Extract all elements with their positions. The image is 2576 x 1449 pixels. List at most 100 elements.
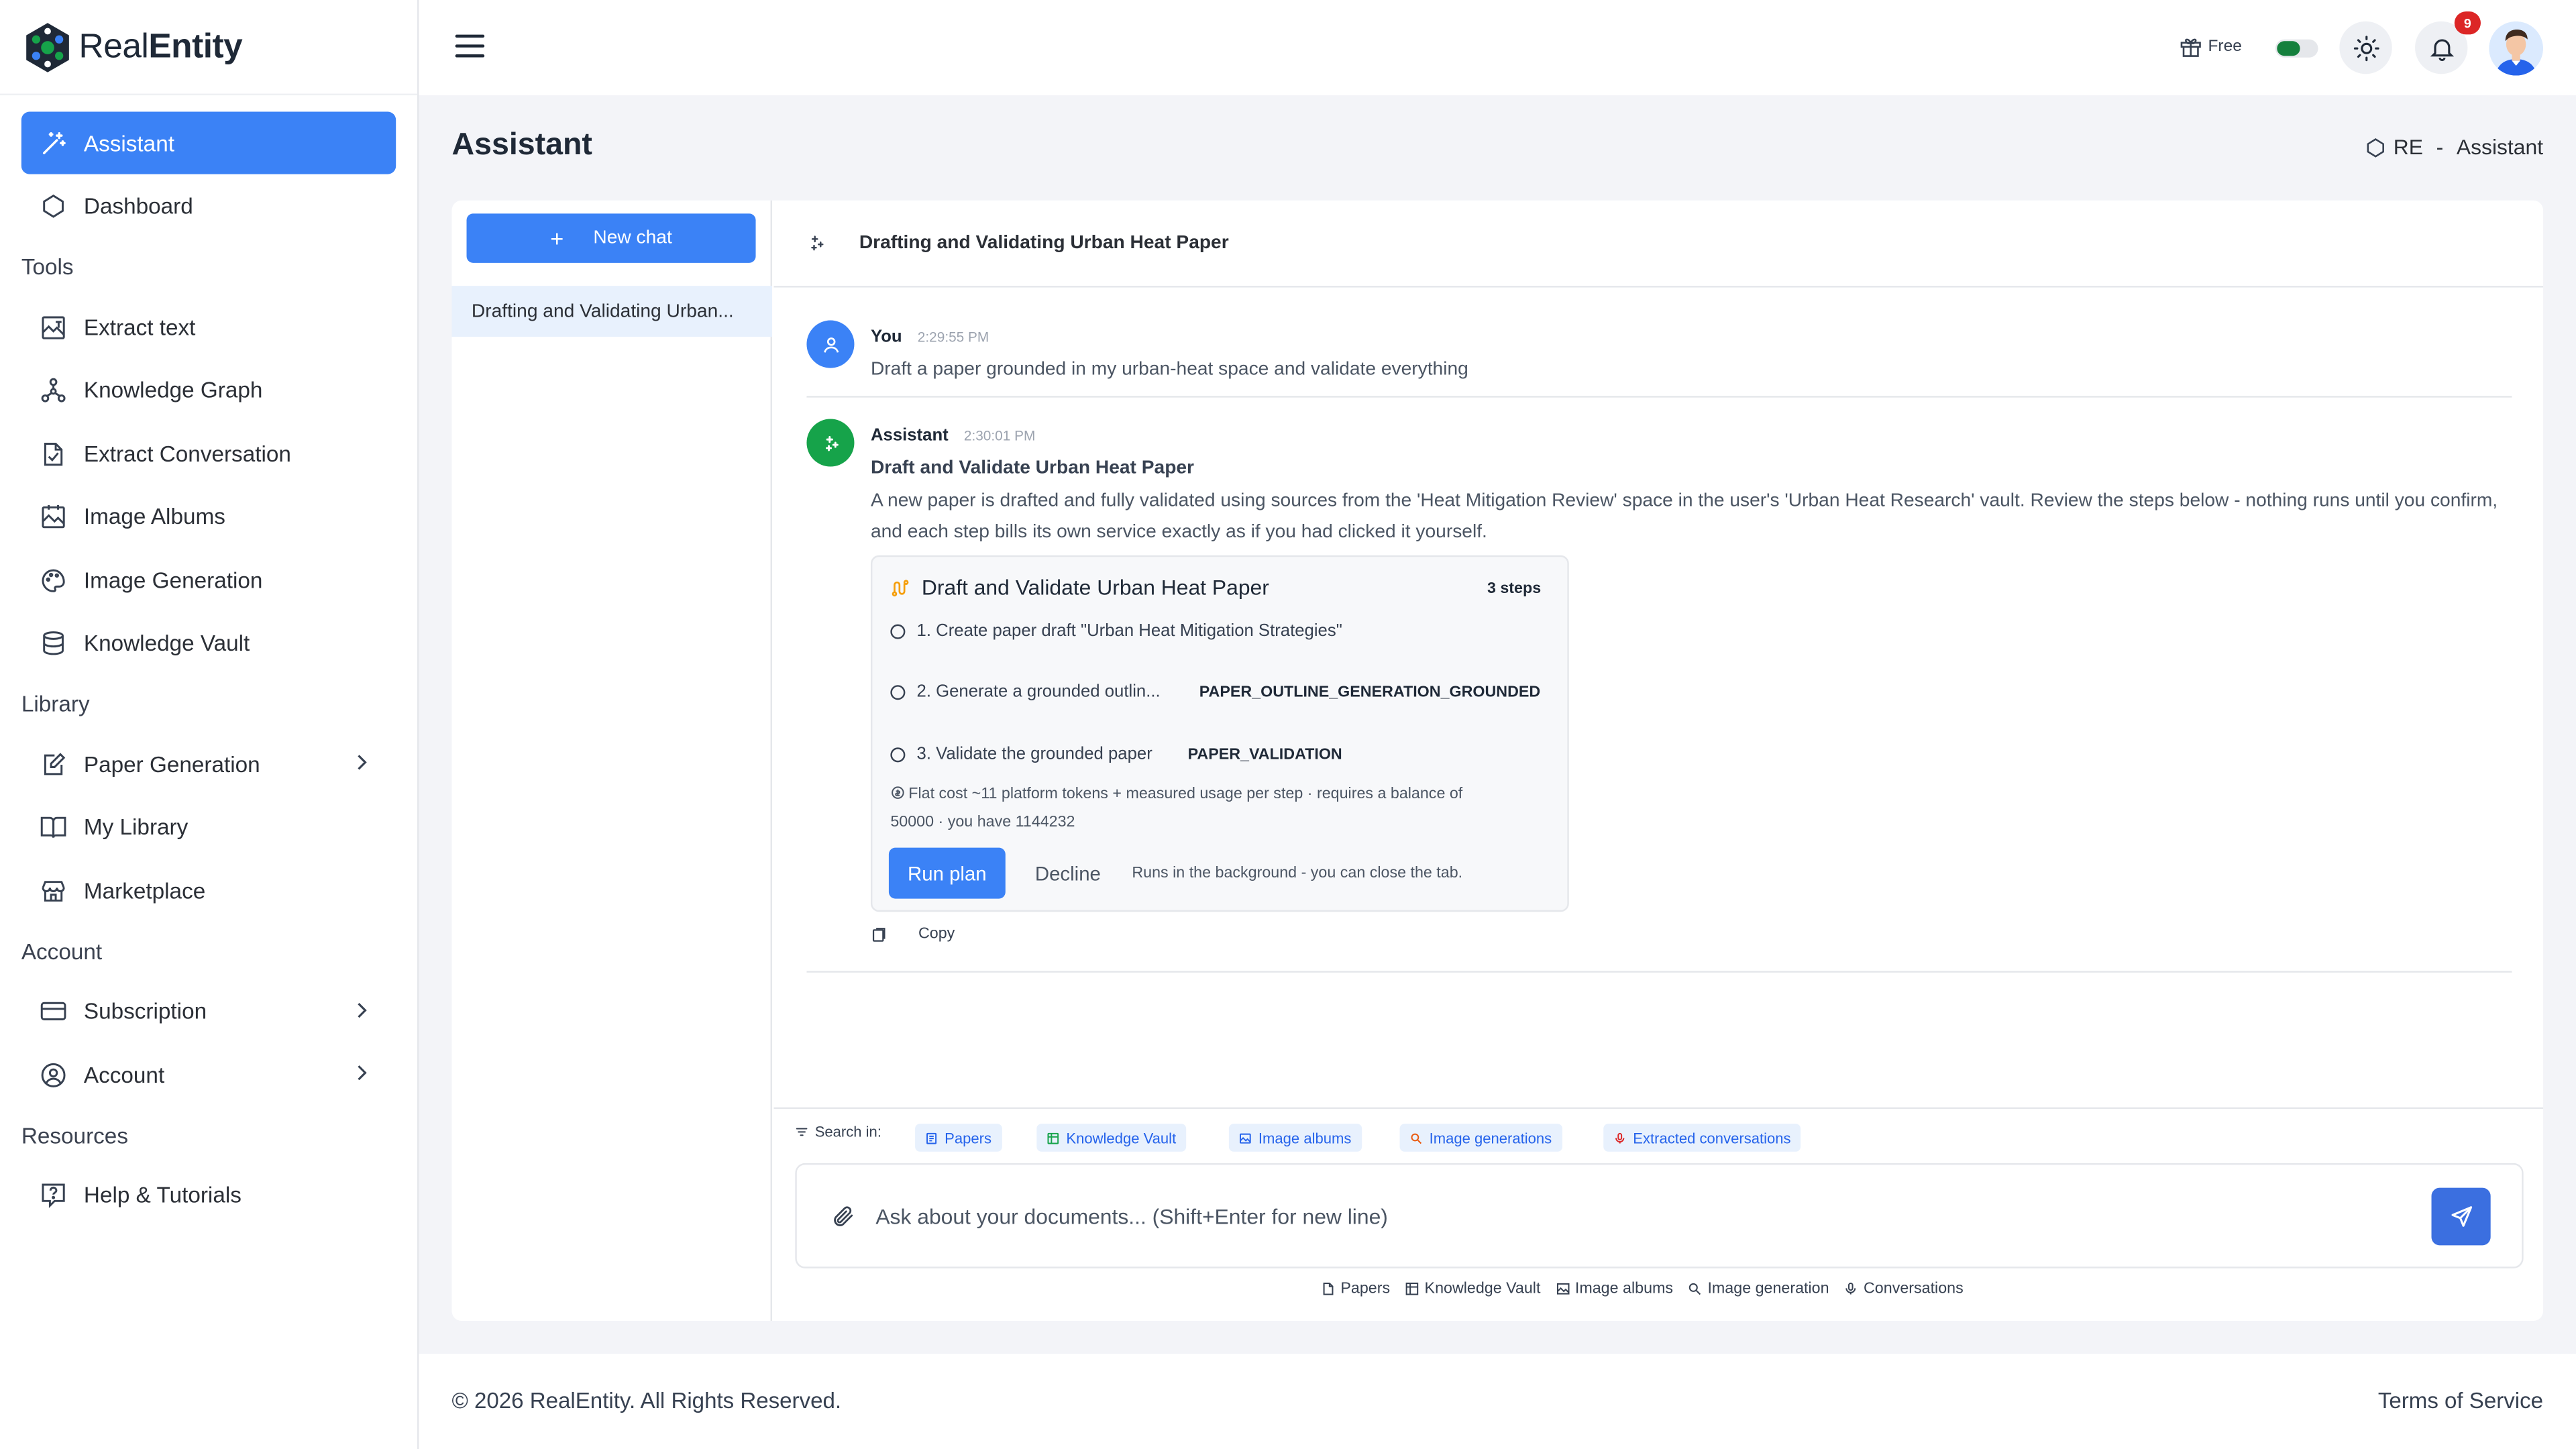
sidebar-item-extract-conversation[interactable]: Extract Conversation: [21, 422, 396, 484]
source-image-albums[interactable]: Image albums: [1556, 1280, 1673, 1298]
credit-card-icon: [38, 996, 67, 1026]
image-icon: [1556, 1283, 1569, 1295]
plan-badge[interactable]: Free: [2178, 34, 2242, 59]
search-icon: [1411, 1132, 1422, 1143]
new-chat-button[interactable]: + New chat: [466, 213, 756, 263]
sidebar-item-paper-generation[interactable]: Paper Generation: [21, 733, 396, 795]
chip-label: Image albums: [1258, 1129, 1352, 1146]
sidebar-item-image-albums[interactable]: Image Albums: [21, 486, 396, 548]
chat-input-placeholder[interactable]: Ask about your documents... (Shift+Enter…: [875, 1204, 1388, 1229]
theme-button[interactable]: [2339, 21, 2392, 74]
sidebar-item-marketplace[interactable]: Marketplace: [21, 859, 396, 922]
message-divider: [806, 971, 2512, 973]
source-papers[interactable]: Papers: [1321, 1280, 1390, 1298]
logo[interactable]: RealEntity: [0, 0, 418, 96]
sidebar-item-label: Subscription: [83, 998, 207, 1024]
plan-step[interactable]: 1. Create paper draft "Urban Heat Mitiga…: [890, 621, 1342, 641]
chip-image-generations[interactable]: Image generations: [1399, 1124, 1562, 1152]
sidebar-item-label: Image Generation: [83, 568, 263, 592]
run-plan-button[interactable]: Run plan: [888, 847, 1006, 899]
topbar: Free 9: [419, 0, 2576, 96]
chevron-right-icon: [358, 1002, 367, 1018]
theme-toggle[interactable]: [2275, 39, 2318, 58]
plan-step-text: 2. Generate a grounded outlin...: [916, 682, 1161, 702]
breadcrumb-separator: -: [2436, 134, 2444, 160]
plan-title: Draft and Validate Urban Heat Paper: [921, 575, 1269, 600]
user-avatar-icon: [2489, 21, 2544, 76]
terms-link[interactable]: Terms of Service: [2378, 1388, 2543, 1413]
sidebar-item-assistant[interactable]: Assistant: [21, 111, 396, 174]
sidebar-item-dashboard[interactable]: Dashboard: [21, 175, 396, 237]
section-account: Account: [21, 938, 103, 964]
plan-step[interactable]: 2. Generate a grounded outlin...: [890, 682, 1161, 702]
sidebar-item-knowledge-graph[interactable]: Knowledge Graph: [21, 359, 396, 421]
source-conversations[interactable]: Conversations: [1844, 1280, 1964, 1298]
copy-icon: [872, 926, 885, 941]
sidebar-item-label: Extract text: [83, 314, 196, 339]
logo-text: RealEntity: [78, 27, 243, 65]
document-icon: [926, 1132, 937, 1144]
database-icon: [38, 629, 67, 658]
step-radio: [890, 684, 906, 700]
sidebar-item-my-library[interactable]: My Library: [21, 796, 396, 859]
chat-list: + New chat Drafting and Validating Urban…: [451, 200, 773, 1321]
sidebar-item-subscription[interactable]: Subscription: [21, 980, 396, 1042]
paperclip-icon[interactable]: [831, 1204, 856, 1229]
breadcrumb-root[interactable]: RE: [2394, 135, 2423, 160]
sidebar-item-account[interactable]: Account: [21, 1043, 396, 1106]
plan-step[interactable]: 3. Validate the grounded paper: [890, 744, 1152, 764]
chip-extracted-conversations[interactable]: Extracted conversations: [1603, 1124, 1801, 1152]
chip-papers[interactable]: Papers: [915, 1124, 1002, 1152]
message-time: 2:30:01 PM: [963, 427, 1036, 444]
sidebar-item-label: Dashboard: [83, 193, 193, 219]
sidebar-item-label: Image Albums: [83, 504, 225, 529]
chat-list-item[interactable]: Drafting and Validating Urban...: [451, 286, 773, 337]
dashboard-icon: [38, 191, 67, 221]
plan-step-text: 1. Create paper draft "Urban Heat Mitiga…: [916, 621, 1342, 641]
chip-label: Image generations: [1429, 1129, 1552, 1146]
section-resources: Resources: [21, 1122, 128, 1148]
footer: © 2026 RealEntity. All Rights Reserved. …: [419, 1353, 2576, 1449]
copy-button[interactable]: Copy: [871, 925, 955, 943]
chevron-right-icon: [358, 1065, 367, 1081]
sidebar-item-knowledge-vault[interactable]: Knowledge Vault: [21, 612, 396, 674]
chat-input-box[interactable]: Ask about your documents... (Shift+Enter…: [795, 1163, 2524, 1269]
sidebar-item-extract-text[interactable]: Extract text: [21, 296, 396, 358]
sidebar-item-label: Knowledge Vault: [83, 631, 250, 656]
chip-image-albums[interactable]: Image albums: [1228, 1124, 1362, 1152]
plan-cost: Flat cost ~11 platform tokens + measured…: [890, 782, 1548, 837]
decline-button[interactable]: Decline: [1035, 863, 1101, 885]
source-image-generation[interactable]: Image generation: [1688, 1280, 1829, 1298]
user-message: You 2:29:55 PM Draft a paper grounded in…: [806, 320, 2512, 386]
user-message-avatar: [806, 320, 855, 368]
book-icon: [38, 812, 67, 842]
sidebar-item-image-generation[interactable]: Image Generation: [21, 549, 396, 611]
plus-icon: +: [550, 225, 564, 252]
plan-label: Free: [2208, 38, 2242, 56]
chip-knowledge-vault[interactable]: Knowledge Vault: [1036, 1124, 1186, 1152]
chevron-right-icon: [358, 755, 367, 770]
bell-icon: [2429, 38, 2453, 60]
plan-cost-line2: 50000 · you have 1144232: [890, 812, 1075, 830]
avatar[interactable]: [2489, 21, 2544, 76]
copyright: © 2026 RealEntity. All Rights Reserved.: [451, 1388, 842, 1413]
palette-icon: [38, 565, 67, 594]
chip-label: Extracted conversations: [1633, 1129, 1791, 1146]
sidebar-item-help-tutorials[interactable]: Help & Tutorials: [21, 1164, 396, 1226]
sun-icon: [2353, 35, 2379, 60]
filter-icon: [796, 1128, 808, 1136]
hamburger-menu-icon[interactable]: [455, 33, 485, 59]
user-icon: [822, 336, 839, 352]
source-knowledge-vault[interactable]: Knowledge Vault: [1405, 1280, 1540, 1298]
search-in-label: Search in:: [814, 1124, 881, 1140]
plan-step-code: PAPER_VALIDATION: [1187, 745, 1342, 764]
image-icon: [1240, 1132, 1251, 1143]
graph-icon: [38, 376, 67, 405]
app-root: RealEntity Assistant Dashboard Tools Ext…: [0, 0, 2576, 1449]
notification-badge: 9: [2454, 11, 2481, 35]
plan-cost-line1: Flat cost ~11 platform tokens + measured…: [908, 785, 1463, 804]
extract-text-icon: [38, 312, 67, 341]
message-divider: [806, 396, 2512, 398]
send-button[interactable]: [2431, 1187, 2491, 1246]
plan-card: Draft and Validate Urban Heat Paper 3 st…: [870, 555, 1569, 912]
